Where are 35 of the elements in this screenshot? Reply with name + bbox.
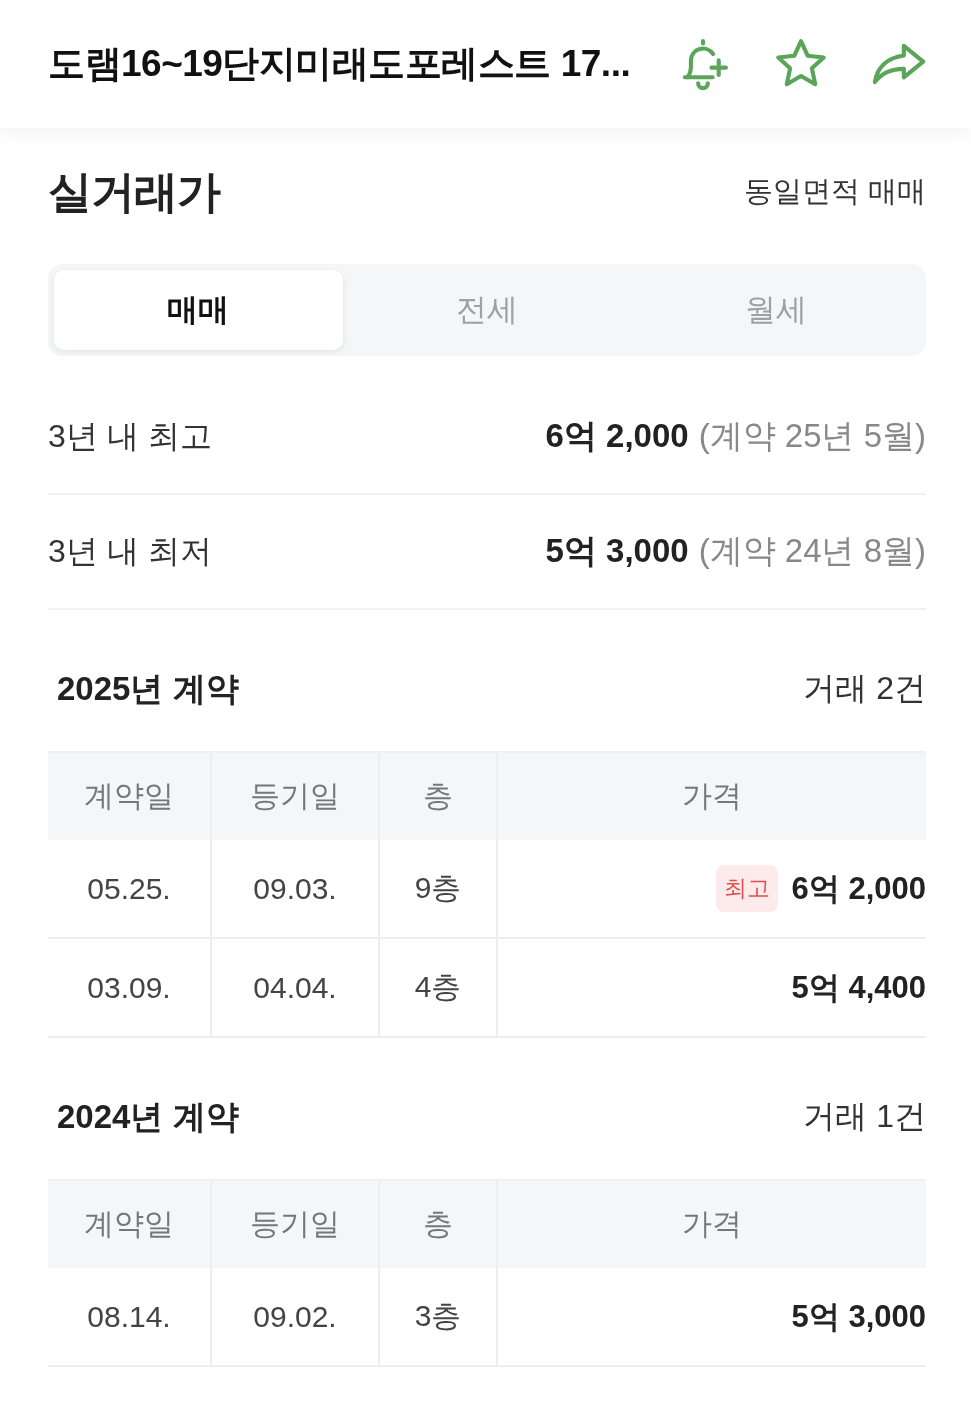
floor-cell: 3층 xyxy=(380,1268,498,1365)
column-header: 계약일 xyxy=(48,1181,212,1268)
column-header: 층 xyxy=(380,1181,498,1268)
tab[interactable]: 매매 xyxy=(54,270,343,350)
summary-price: 5억 3,000 xyxy=(545,531,689,571)
summary-label: 3년 내 최저 xyxy=(48,531,212,571)
column-header: 층 xyxy=(380,753,498,840)
highest-tag: 최고 xyxy=(715,865,778,912)
registration-date-cell: 09.03. xyxy=(212,840,380,937)
column-header: 등기일 xyxy=(212,753,380,840)
contract-date-cell: 08.14. xyxy=(48,1268,212,1365)
floor-cell: 4층 xyxy=(380,939,498,1036)
registration-date-cell: 09.02. xyxy=(212,1268,380,1365)
year-group-title: 2024년 계약 xyxy=(57,1096,239,1137)
area-filter-link[interactable]: 동일면적 매매 xyxy=(743,172,926,212)
registration-date-cell: 04.04. xyxy=(212,939,380,1036)
deal-count: 거래 1건 xyxy=(803,1097,926,1136)
price-cell-text: 5억 3,000 xyxy=(791,1297,926,1336)
year-group-title: 2025년 계약 xyxy=(57,668,239,709)
deal-count: 거래 2건 xyxy=(803,669,926,708)
section-title: 실거래가 xyxy=(48,165,220,218)
column-header: 계약일 xyxy=(48,753,212,840)
contract-date-note: (계약 24년 8월) xyxy=(698,531,926,571)
contract-date-cell: 05.25. xyxy=(48,840,212,937)
column-header: 등기일 xyxy=(212,1181,380,1268)
price-cell-text: 5억 4,400 xyxy=(791,968,926,1007)
summary-label: 3년 내 최고 xyxy=(48,416,212,456)
contract-date-note: (계약 25년 5월) xyxy=(698,416,926,456)
summary-price: 6억 2,000 xyxy=(545,416,689,456)
column-header: 가격 xyxy=(681,1206,743,1242)
column-header: 가격 xyxy=(681,778,743,814)
price-cell-text: 6억 2,000 xyxy=(791,869,926,908)
floor-cell: 9층 xyxy=(380,840,498,937)
contract-date-cell: 03.09. xyxy=(48,939,212,1036)
page-title: 도램16~19단지미래도포레스트 17... xyxy=(48,42,632,86)
